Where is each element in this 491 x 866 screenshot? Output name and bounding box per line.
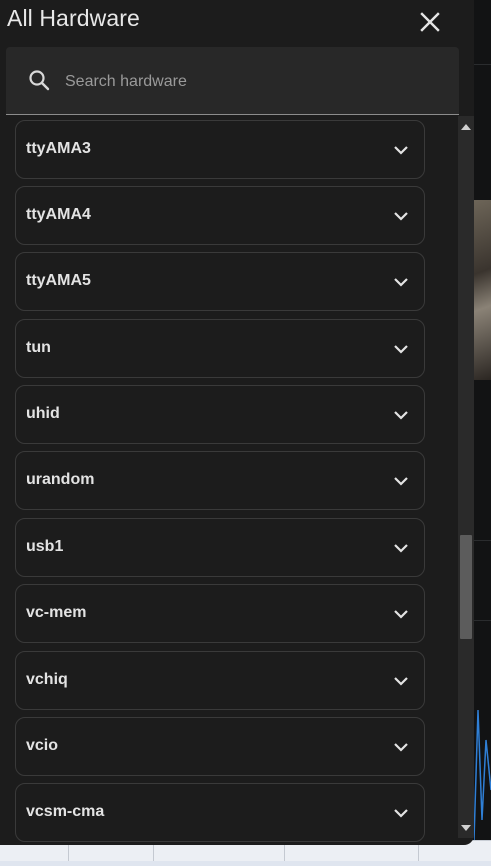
chevron-down-icon [394,677,408,686]
scroll-up-button[interactable] [458,120,474,134]
hardware-item-label: vcsm-cma [26,803,105,820]
hardware-item-label: vcio [26,737,59,754]
search-input[interactable] [63,67,447,97]
hardware-item-vc-mem[interactable]: vc-mem [15,584,425,643]
dialog-title: All Hardware [7,5,140,31]
app-viewport: All Hardware ttyAMA3 ttyAMA4 ttyA [0,0,491,866]
hardware-item-label: usb1 [26,538,64,555]
chevron-down-icon [394,278,408,287]
background-image [474,200,491,380]
close-button[interactable] [416,8,444,36]
close-icon [420,12,440,32]
hardware-item-vchiq[interactable]: vchiq [15,651,425,710]
hardware-item-vcsm-cma[interactable]: vcsm-cma [15,783,425,842]
search-field[interactable] [6,47,459,115]
hardware-item-label: urandom [26,471,95,488]
hardware-item-ttyama5[interactable]: ttyAMA5 [15,252,425,311]
list-scrollbar[interactable] [458,116,474,838]
hardware-item-ttyama3[interactable]: ttyAMA3 [15,120,425,179]
hardware-item-vcio[interactable]: vcio [15,717,425,776]
hardware-item-label: ttyAMA5 [26,272,91,289]
chevron-down-icon [394,544,408,553]
hardware-item-label: ttyAMA4 [26,206,91,223]
triangle-down-icon [461,825,471,831]
chevron-down-icon [394,477,408,486]
chevron-down-icon [394,345,408,354]
hardware-item-urandom[interactable]: urandom [15,451,425,510]
search-icon [29,70,50,91]
hardware-item-label: vchiq [26,671,68,688]
scroll-down-button[interactable] [458,821,474,835]
chevron-down-icon [394,411,408,420]
hardware-item-label: ttyAMA3 [26,140,91,157]
scrollbar-thumb[interactable] [460,535,472,639]
hardware-item-uhid[interactable]: uhid [15,385,425,444]
all-hardware-dialog: All Hardware ttyAMA3 ttyAMA4 ttyA [0,0,474,845]
chevron-down-icon [394,146,408,155]
hardware-item-ttyama4[interactable]: ttyAMA4 [15,186,425,245]
hardware-list: ttyAMA3 ttyAMA4 ttyAMA5 tun uhid urandom [0,116,455,845]
hardware-item-label: vc-mem [26,604,87,621]
hardware-item-label: tun [26,339,51,356]
chevron-down-icon [394,212,408,221]
background-chart [474,709,491,840]
hardware-item-usb1[interactable]: usb1 [15,518,425,577]
chevron-down-icon [394,610,408,619]
chevron-down-icon [394,743,408,752]
triangle-up-icon [461,124,471,130]
background-footer-strip [0,861,491,866]
chevron-down-icon [394,809,408,818]
hardware-item-label: uhid [26,405,60,422]
hardware-item-tun[interactable]: tun [15,319,425,378]
